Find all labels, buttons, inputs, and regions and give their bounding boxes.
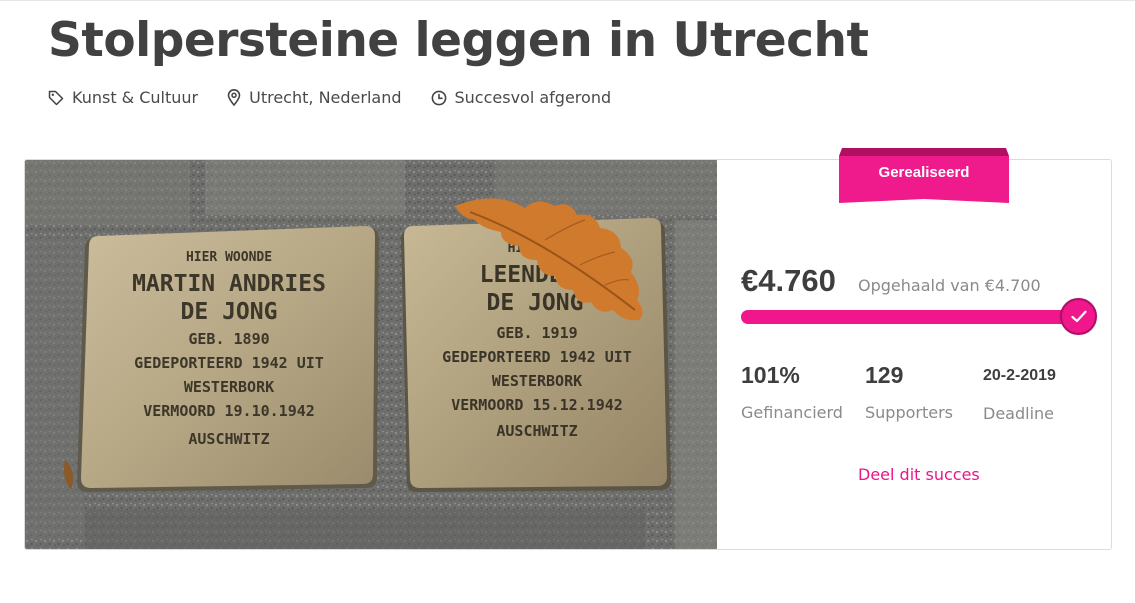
stat-supporters-value: 129 (865, 362, 904, 388)
progress-bar (741, 310, 1081, 324)
clock-icon (431, 90, 446, 105)
stone-left-line-7: VERMOORD 19.10.1942 (143, 402, 315, 420)
stone-left-line-1: HIER WOONDE (186, 250, 272, 265)
stone-left-line-3: DE JONG (181, 299, 278, 325)
location-pin-icon (227, 89, 241, 106)
stone-left-line-5: GEDEPORTEERD 1942 UIT (134, 354, 324, 372)
stone-left-line-6: WESTERBORK (184, 378, 274, 396)
stone-right-line-4: GEB. 1919 (496, 324, 577, 342)
stat-funded-label: Gefinancierd (741, 403, 843, 422)
share-success-link[interactable]: Deel dit succes (858, 465, 980, 484)
stone-right-line-6: WESTERBORK (492, 372, 582, 390)
stone-right-line-7: VERMOORD 15.12.1942 (451, 396, 623, 414)
page-title: Stolpersteine leggen in Utrecht (48, 13, 869, 68)
stone-left: HIER WOONDE MARTIN ANDRIES DE JONG GEB. … (77, 226, 379, 492)
stone-left-line-2: MARTIN ANDRIES (132, 271, 326, 297)
header-divider (0, 0, 1135, 1)
stat-deadline-label: Deadline (983, 404, 1054, 423)
project-card: HIER WOONDE MARTIN ANDRIES DE JONG GEB. … (24, 148, 1112, 550)
location-label: Utrecht, Nederland (249, 88, 402, 107)
stolpersteine-image: HIER WOONDE MARTIN ANDRIES DE JONG GEB. … (25, 160, 717, 549)
stat-funded: 101% Gefinancierd (741, 362, 843, 422)
stone-left-line-8: AUSCHWITZ (188, 430, 269, 448)
stat-deadline-value: 20-2-2019 (983, 367, 1056, 384)
stat-funded-value: 101% (741, 362, 800, 388)
stat-deadline: 20-2-2019 Deadline (983, 362, 1056, 423)
stone-right-line-5: GEDEPORTEERD 1942 UIT (442, 348, 632, 366)
stone-right-line-3: DE JONG (487, 290, 584, 316)
category-link[interactable]: Kunst & Cultuur (48, 88, 198, 107)
location-link[interactable]: Utrecht, Nederland (227, 88, 402, 107)
stat-supporters: 129 Supporters (865, 362, 953, 422)
checkmark-icon (1070, 310, 1087, 323)
status-label: Succesvol afgerond (454, 88, 612, 107)
project-photo: HIER WOONDE MARTIN ANDRIES DE JONG GEB. … (25, 160, 717, 549)
status-item: Succesvol afgerond (431, 88, 612, 107)
realised-badge-label: Gerealiseerd (878, 164, 970, 181)
category-label: Kunst & Cultuur (72, 88, 199, 107)
progress-fill (741, 310, 1081, 324)
raised-amount: €4.760 (741, 263, 836, 298)
stone-left-line-4: GEB. 1890 (188, 330, 269, 348)
project-meta: Kunst & Cultuur Utrecht, Nederland Succe… (48, 88, 640, 107)
stone-right-line-8: AUSCHWITZ (496, 422, 577, 440)
tag-icon (48, 90, 64, 105)
stat-supporters-label: Supporters (865, 403, 954, 422)
goal-text: Opgehaald van €4.700 (858, 276, 1041, 295)
progress-complete-marker (1060, 298, 1097, 335)
